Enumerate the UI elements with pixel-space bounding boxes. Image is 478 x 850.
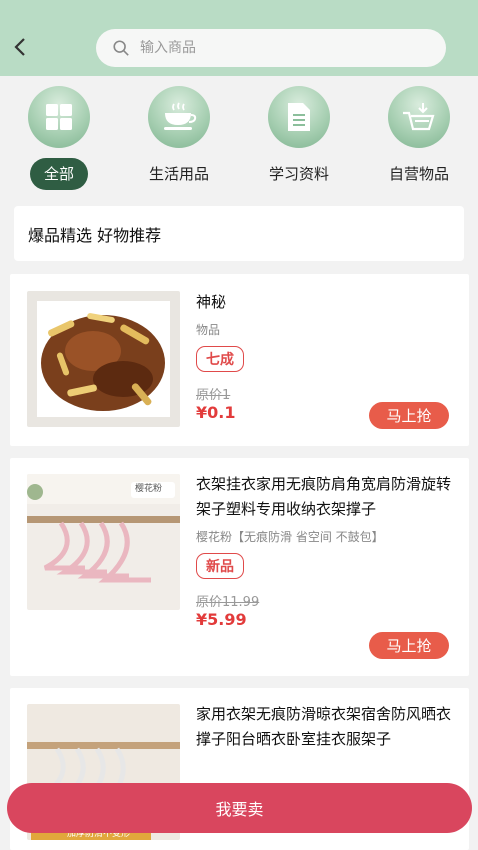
product-card[interactable]: 樱花粉 衣架挂衣家用无痕防肩角宽肩防滑旋转架子塑料专用收纳衣架撑子 樱花粉【无痕… [10, 458, 469, 676]
category-bar: 全部 生活用品 学习资料 自营物品 [0, 76, 478, 192]
top-bar [0, 0, 478, 76]
product-image [27, 291, 180, 427]
grid-icon [28, 86, 90, 148]
category-label: 自营物品 [388, 165, 449, 183]
product-card[interactable]: 神秘 物品 七成 原价1 ¥0.1 马上抢 [10, 274, 469, 446]
condition-badge: 新品 [196, 553, 244, 579]
product-info: 衣架挂衣家用无痕防肩角宽肩防滑旋转架子塑料专用收纳衣架撑子 樱花粉【无痕防滑 省… [196, 472, 453, 629]
product-info: 家用衣架无痕防滑晾衣架宿舍防风晒衣撑子阳台晒衣卧室挂衣服架子 [196, 702, 453, 752]
product-subtitle: 物品 [196, 323, 221, 337]
cup-icon [148, 86, 210, 148]
chevron-left-icon [14, 38, 25, 56]
category-self-operated[interactable]: 自营物品 [364, 86, 474, 190]
sell-button[interactable]: 我要卖 [7, 783, 472, 833]
product-title: 神秘 [196, 293, 227, 311]
search-bar[interactable] [96, 29, 446, 67]
document-icon [268, 86, 330, 148]
basket-icon [388, 86, 450, 148]
section-title: 爆品精选 好物推荐 [14, 206, 464, 261]
original-price: 原价11.99 [196, 595, 260, 610]
category-daily-goods[interactable]: 生活用品 [124, 86, 234, 190]
product-subtitle: 樱花粉【无痕防滑 省空间 不鼓包】 [196, 530, 384, 544]
product-title: 家用衣架无痕防滑晾衣架宿舍防风晒衣撑子阳台晒衣卧室挂衣服架子 [196, 705, 452, 748]
buy-now-button[interactable]: 马上抢 [369, 402, 449, 429]
product-price: ¥5.99 [196, 610, 247, 629]
original-price: 原价1 [196, 388, 231, 403]
search-icon [113, 40, 129, 56]
image-tag: 樱花粉 [135, 484, 163, 494]
category-label: 生活用品 [148, 165, 209, 183]
product-image: 樱花粉 [27, 474, 180, 610]
buy-now-button[interactable]: 马上抢 [369, 632, 449, 659]
product-title: 衣架挂衣家用无痕防肩角宽肩防滑旋转架子塑料专用收纳衣架撑子 [196, 475, 452, 518]
category-study-materials[interactable]: 学习资料 [244, 86, 354, 190]
category-label: 学习资料 [268, 165, 329, 183]
search-input[interactable] [140, 40, 410, 56]
category-all[interactable]: 全部 [4, 86, 114, 190]
back-button[interactable] [8, 32, 32, 62]
category-label: 全部 [29, 158, 88, 190]
condition-badge: 七成 [196, 346, 244, 372]
